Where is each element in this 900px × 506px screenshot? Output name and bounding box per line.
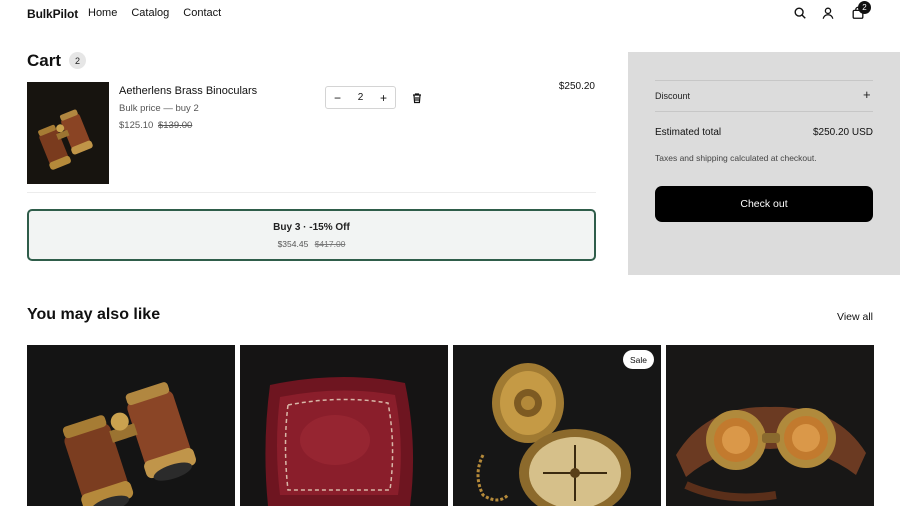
binoculars-image [27, 345, 235, 506]
bulk-offer-banner[interactable]: Buy 3 · -15% Off $354.45 $417.00 [27, 209, 596, 261]
nav-catalog[interactable]: Catalog [131, 7, 169, 19]
product-card-pocket-compass[interactable]: Sale [453, 345, 661, 506]
estimated-total-label: Estimated total [655, 127, 722, 138]
binoculars-image [27, 82, 109, 184]
brand-logo[interactable]: BulkPilot [27, 7, 78, 21]
quantity-decrease-button[interactable]: − [334, 92, 341, 104]
discount-expand-plus-icon[interactable]: + [863, 88, 871, 101]
bulk-offer-price: $354.45 [277, 239, 309, 249]
nav-contact[interactable]: Contact [183, 7, 221, 19]
cart-item-name[interactable]: Aetherlens Brass Binoculars [119, 85, 257, 97]
view-all-link[interactable]: View all [800, 311, 873, 323]
summary-divider [655, 111, 873, 112]
discount-label[interactable]: Discount [655, 91, 690, 101]
bulk-offer-compare-price: $417.00 [314, 239, 346, 249]
cart-count-badge: 2 [858, 1, 871, 14]
leather-goggles-image [666, 345, 874, 506]
checkout-button[interactable]: Check out [655, 186, 873, 222]
search-icon[interactable] [792, 5, 808, 21]
quantity-stepper: − 2 + [325, 86, 396, 109]
bulk-offer-title: Buy 3 · -15% Off [273, 222, 350, 233]
product-card-velvet-pillow[interactable] [240, 345, 448, 506]
velvet-pillow-image [240, 345, 448, 506]
cart-item-image[interactable] [27, 82, 109, 184]
cart-count-bubble: 2 [69, 52, 86, 69]
quantity-increase-button[interactable]: + [380, 92, 387, 104]
cart-title: Cart [27, 51, 62, 70]
estimated-total-value: $250.20 USD [812, 127, 873, 138]
cart-item-sale-price: $125.10 [119, 120, 154, 131]
cart-divider [27, 192, 596, 193]
order-summary-panel: Discount + Estimated total $250.20 USD T… [628, 52, 900, 275]
remove-item-trash-icon[interactable] [411, 91, 423, 104]
cart-item-bulk-label: Bulk price — buy 2 [119, 103, 199, 114]
pocket-compass-image [453, 345, 661, 506]
cart-item-line-total: $250.20 [558, 81, 595, 92]
site-header: BulkPilot Home Catalog Contact 2 [0, 0, 900, 26]
main-nav: Home Catalog Contact [88, 7, 221, 19]
nav-home[interactable]: Home [88, 7, 117, 19]
summary-divider [655, 80, 873, 81]
bulk-offer-prices: $354.45 $417.00 [29, 239, 594, 249]
taxes-note: Taxes and shipping calculated at checkou… [655, 153, 817, 163]
cart-item-compare-price: $139.00 [157, 120, 193, 131]
account-icon[interactable] [820, 5, 836, 21]
recommendations-title: You may also like [27, 306, 161, 323]
quantity-value[interactable]: 2 [358, 92, 364, 103]
sale-badge: Sale [623, 350, 655, 369]
cart-item-price: $125.10 $139.00 [119, 120, 192, 131]
product-card-binoculars[interactable] [27, 345, 235, 506]
product-card-leather-goggles[interactable] [666, 345, 874, 506]
